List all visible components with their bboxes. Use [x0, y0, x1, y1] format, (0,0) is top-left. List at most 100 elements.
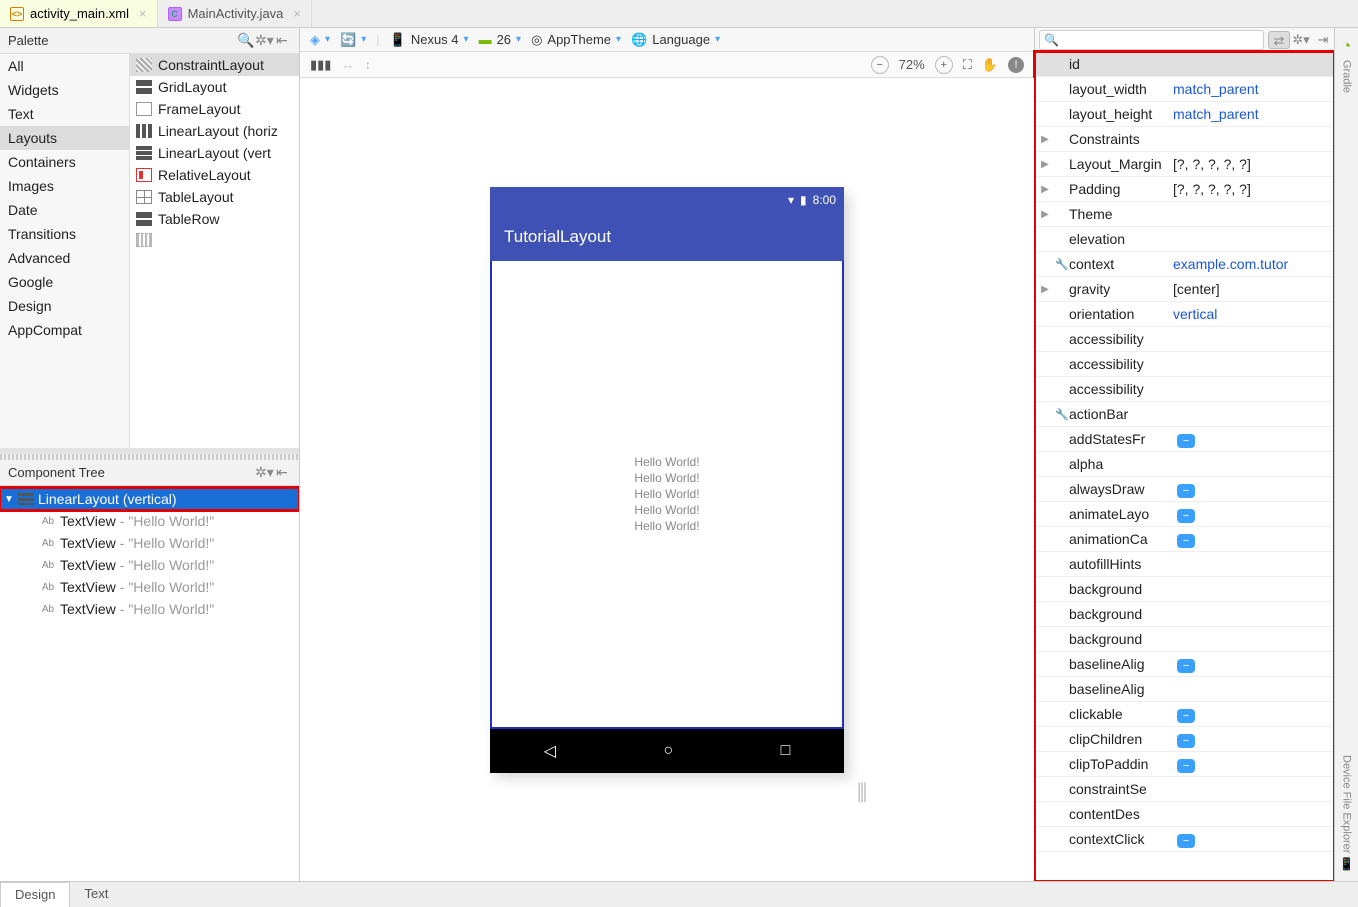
collapse-icon[interactable]: ⇤ — [273, 32, 291, 49]
palette-category[interactable]: Widgets — [0, 78, 129, 102]
palette-category[interactable]: Text — [0, 102, 129, 126]
panels-icon[interactable]: ▮▮▮ — [310, 57, 331, 73]
preview-textview[interactable]: Hello World! — [634, 503, 699, 517]
tab-mainactivity[interactable]: C MainActivity.java × — [158, 0, 312, 27]
property-row[interactable]: accessibility — [1035, 352, 1334, 377]
toggle-icon[interactable]: − — [1177, 834, 1195, 848]
design-canvas[interactable]: ▾ ▮ 8:00 TutorialLayout Hello World!Hell… — [300, 78, 1034, 881]
tree-child-textview[interactable]: AbTextView - "Hello World!" — [0, 576, 299, 598]
property-row[interactable]: contentDes — [1035, 802, 1334, 827]
api-selector[interactable]: ▬ 26 ▾ — [479, 32, 522, 47]
property-value[interactable]: match_parent — [1169, 106, 1334, 122]
property-value[interactable]: − — [1169, 431, 1334, 448]
collapse-icon[interactable]: ⇤ — [273, 464, 291, 481]
orientation-icon[interactable]: 🔄 ▾ — [340, 32, 366, 48]
toggle-view-icon[interactable]: ⇄ — [1268, 31, 1290, 49]
property-value[interactable]: [?, ?, ?, ?, ?] — [1169, 156, 1334, 172]
property-row[interactable]: ▶Padding[?, ?, ?, ?, ?] — [1035, 177, 1334, 202]
palette-item[interactable]: TableRow — [130, 208, 299, 230]
property-row[interactable]: 🔧contextexample.com.tutor — [1035, 252, 1334, 277]
tree-child-textview[interactable]: AbTextView - "Hello World!" — [0, 554, 299, 576]
property-value[interactable]: [?, ?, ?, ?, ?] — [1169, 181, 1334, 197]
property-value[interactable]: vertical — [1169, 306, 1334, 322]
tree-root-linearlayout[interactable]: ▼LinearLayout (vertical) — [0, 488, 299, 510]
property-row[interactable]: orientationvertical — [1035, 302, 1334, 327]
property-row[interactable]: layout_heightmatch_parent — [1035, 102, 1334, 127]
palette-category[interactable]: Design — [0, 294, 129, 318]
design-tab[interactable]: Design — [0, 882, 70, 907]
preview-textview[interactable]: Hello World! — [634, 455, 699, 469]
property-row[interactable]: ▶Layout_Margin[?, ?, ?, ?, ?] — [1035, 152, 1334, 177]
palette-category[interactable]: AppCompat — [0, 318, 129, 342]
property-row[interactable]: layout_widthmatch_parent — [1035, 77, 1334, 102]
device-explorer-label[interactable]: Device File Explorer — [1341, 755, 1353, 853]
property-value[interactable]: − — [1169, 531, 1334, 548]
property-row[interactable]: ▶Constraints — [1035, 127, 1334, 152]
gear-icon[interactable]: ✲▾ — [1290, 32, 1312, 48]
property-value[interactable]: − — [1169, 481, 1334, 498]
language-selector[interactable]: 🌐 Language ▾ — [631, 32, 720, 48]
palette-category[interactable]: Transitions — [0, 222, 129, 246]
view-mode-icon[interactable]: ◈ ▾ — [310, 32, 330, 48]
toggle-icon[interactable]: − — [1177, 484, 1195, 498]
property-row[interactable]: contextClick− — [1035, 827, 1334, 852]
toggle-icon[interactable]: − — [1177, 534, 1195, 548]
property-value[interactable]: − — [1169, 756, 1334, 773]
property-value[interactable]: − — [1169, 706, 1334, 723]
property-value[interactable]: [center] — [1169, 281, 1334, 297]
toggle-icon[interactable]: − — [1177, 509, 1195, 523]
property-row[interactable]: baselineAlig — [1035, 677, 1334, 702]
property-row[interactable]: background — [1035, 577, 1334, 602]
expand-icon[interactable]: ▶ — [1035, 134, 1055, 145]
property-value[interactable]: − — [1169, 506, 1334, 523]
theme-selector[interactable]: ◎ AppTheme ▾ — [531, 32, 621, 48]
property-row[interactable]: animationCa− — [1035, 527, 1334, 552]
search-icon[interactable]: 🔍 — [237, 32, 255, 49]
collapse-icon[interactable]: ⇥ — [1312, 32, 1334, 48]
toggle-icon[interactable]: − — [1177, 759, 1195, 773]
close-icon[interactable]: × — [293, 6, 301, 21]
property-row[interactable]: constraintSe — [1035, 777, 1334, 802]
palette-item[interactable]: TableLayout — [130, 186, 299, 208]
property-row[interactable]: clipToPaddin− — [1035, 752, 1334, 777]
tree-child-textview[interactable]: AbTextView - "Hello World!" — [0, 510, 299, 532]
property-row[interactable]: alpha — [1035, 452, 1334, 477]
device-icon[interactable]: 📱 — [1339, 857, 1354, 871]
disclosure-icon[interactable]: ▼ — [4, 494, 14, 505]
property-row[interactable]: elevation — [1035, 227, 1334, 252]
expand-icon[interactable]: ▶ — [1035, 209, 1055, 220]
tree-child-textview[interactable]: AbTextView - "Hello World!" — [0, 532, 299, 554]
expand-icon[interactable]: ▶ — [1035, 284, 1055, 295]
property-row[interactable]: accessibility — [1035, 377, 1334, 402]
fit-icon[interactable]: ⛶ — [963, 57, 972, 73]
toggle-icon[interactable]: − — [1177, 709, 1195, 723]
warnings-icon[interactable]: ! — [1008, 57, 1024, 73]
property-row[interactable]: ▶gravity[center] — [1035, 277, 1334, 302]
property-row[interactable]: baselineAlig− — [1035, 652, 1334, 677]
gear-icon[interactable]: ✲▾ — [255, 32, 273, 49]
close-icon[interactable]: × — [139, 6, 147, 21]
preview-textview[interactable]: Hello World! — [634, 487, 699, 501]
property-value[interactable]: match_parent — [1169, 81, 1334, 97]
toggle-icon[interactable]: − — [1177, 659, 1195, 673]
property-row[interactable]: alwaysDraw− — [1035, 477, 1334, 502]
pan-icon[interactable]: ✋ — [982, 57, 998, 73]
property-row[interactable]: accessibility — [1035, 327, 1334, 352]
palette-category[interactable]: Google — [0, 270, 129, 294]
palette-item[interactable]: ConstraintLayout — [130, 54, 299, 76]
property-value[interactable]: − — [1169, 831, 1334, 848]
property-row[interactable]: background — [1035, 627, 1334, 652]
palette-category[interactable]: Layouts — [0, 126, 129, 150]
property-row[interactable]: id — [1035, 52, 1334, 77]
property-row[interactable]: autofillHints — [1035, 552, 1334, 577]
palette-item[interactable]: GridLayout — [130, 76, 299, 98]
palette-item[interactable]: LinearLayout (horiz — [130, 120, 299, 142]
align-v-icon[interactable]: ↕ — [364, 57, 371, 72]
property-row[interactable]: clickable− — [1035, 702, 1334, 727]
properties-search-input[interactable]: 🔍 — [1039, 30, 1264, 50]
align-h-icon[interactable]: ↔ — [341, 57, 354, 72]
toggle-icon[interactable]: − — [1177, 434, 1195, 448]
tab-activity-main[interactable]: <> activity_main.xml × — [0, 0, 158, 27]
expand-icon[interactable]: ▶ — [1035, 159, 1055, 170]
property-row[interactable]: clipChildren− — [1035, 727, 1334, 752]
